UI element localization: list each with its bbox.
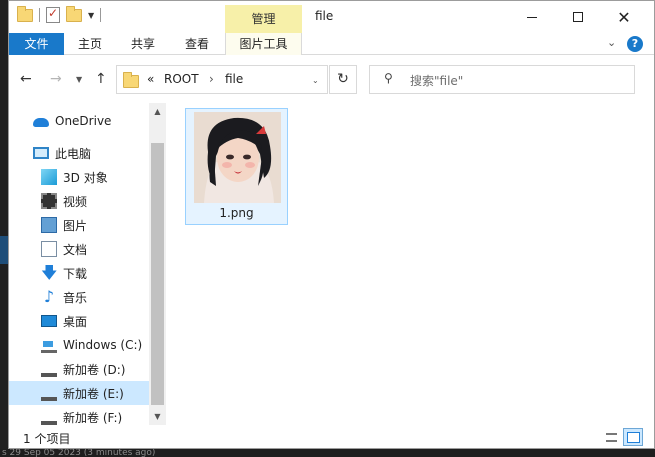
up-arrow-icon[interactable]: ↑ (95, 71, 107, 87)
navigation-pane-scrollbar[interactable]: ▲ ▼ (149, 103, 166, 425)
sidebar-item-music[interactable]: ♪ 音乐 (9, 285, 149, 309)
customize-toolbar-dropdown-icon[interactable]: ▼ (88, 11, 94, 20)
sidebar-item-documents[interactable]: 文档 (9, 237, 149, 261)
sidebar-item-videos[interactable]: 视频 (9, 189, 149, 213)
expand-ribbon-chevron-icon[interactable]: ⌄ (607, 36, 616, 49)
close-button[interactable]: ✕ (601, 1, 647, 33)
sidebar-item-3d-objects[interactable]: 3D 对象 (9, 165, 149, 189)
navigation-bar: ← → ▼ ↑ « ROOT › file ⌄ ↻ ⚲ 搜索"file" (9, 55, 654, 103)
sidebar-item-label: 视频 (63, 194, 88, 209)
tab-picture-tools[interactable]: 图片工具 (225, 33, 302, 55)
drive-icon (41, 415, 57, 425)
music-icon: ♪ (43, 287, 55, 306)
address-bar[interactable]: « ROOT › file ⌄ (116, 65, 328, 94)
file-list: 1.png (167, 103, 654, 425)
cloud-icon (33, 118, 49, 127)
sidebar-item-onedrive[interactable]: OneDrive (9, 109, 149, 133)
back-arrow-icon[interactable]: ← (20, 71, 32, 87)
toolbar-divider (39, 8, 40, 22)
large-icons-view-button[interactable] (623, 428, 643, 446)
help-icon[interactable]: ? (627, 36, 643, 52)
forward-arrow-icon[interactable]: → (50, 71, 62, 87)
sidebar-item-label: 新加卷 (D:) (63, 362, 126, 377)
status-bar: 1 个项目 (9, 425, 654, 448)
search-placeholder: 搜索"file" (410, 74, 464, 88)
scroll-down-icon[interactable]: ▼ (149, 408, 166, 425)
folder-icon[interactable] (17, 5, 33, 22)
scrollbar-thumb[interactable] (151, 143, 164, 405)
sidebar-item-label: Windows (C:) (63, 338, 143, 352)
sidebar-item-desktop[interactable]: 桌面 (9, 309, 149, 333)
sidebar-item-drive-f[interactable]: 新加卷 (F:) (9, 405, 149, 425)
close-icon: ✕ (617, 7, 631, 27)
video-icon (41, 193, 57, 209)
refresh-button[interactable]: ↻ (329, 65, 357, 94)
sidebar-item-label: 下载 (63, 266, 88, 281)
ribbon-tabs: 文件 主页 共享 查看 图片工具 ⌄ ? (9, 33, 654, 55)
properties-icon[interactable] (46, 6, 60, 23)
computer-icon (33, 147, 49, 159)
image-thumbnail (194, 112, 281, 203)
toolbar-divider (100, 8, 102, 22)
tab-file[interactable]: 文件 (9, 33, 64, 55)
breadcrumb-overflow[interactable]: « (147, 72, 154, 86)
breadcrumb-root[interactable]: ROOT (164, 72, 199, 86)
sidebar-item-drive-d[interactable]: 新加卷 (D:) (9, 357, 149, 381)
sidebar-item-label: 文档 (63, 242, 88, 257)
manage-contextual-tab[interactable]: 管理 (225, 5, 302, 33)
details-view-icon (606, 433, 617, 442)
sidebar-item-this-pc[interactable]: 此电脑 (9, 141, 149, 165)
quick-access-toolbar: ▼ (17, 5, 102, 23)
search-box[interactable]: ⚲ 搜索"file" (369, 65, 635, 94)
drive-icon (41, 367, 57, 377)
window-title: file (315, 9, 334, 23)
sidebar-item-downloads[interactable]: 🡇 下载 (9, 261, 149, 285)
refresh-icon: ↻ (337, 71, 349, 87)
breadcrumb-file[interactable]: file (225, 72, 243, 86)
tab-view[interactable]: 查看 (170, 33, 224, 55)
scroll-up-icon[interactable]: ▲ (149, 103, 166, 120)
sidebar-item-label: 桌面 (63, 314, 88, 329)
maximize-button[interactable] (555, 1, 601, 33)
sidebar-item-label: 3D 对象 (63, 170, 108, 185)
sidebar-item-label: 图片 (63, 218, 88, 233)
file-item[interactable]: 1.png (185, 108, 288, 225)
sidebar-item-label: 音乐 (63, 290, 88, 305)
drive-icon (41, 391, 57, 401)
file-name: 1.png (219, 206, 254, 220)
pictures-icon (41, 217, 57, 233)
desktop-icon (41, 315, 57, 327)
item-count: 1 个项目 (23, 432, 71, 446)
3d-objects-icon (41, 169, 57, 185)
sidebar-item-label: 此电脑 (55, 146, 92, 161)
minimize-icon (527, 16, 537, 18)
sidebar-item-pictures[interactable]: 图片 (9, 213, 149, 237)
large-icons-view-icon (627, 432, 640, 443)
search-icon: ⚲ (384, 71, 393, 85)
download-icon: 🡇 (41, 263, 58, 282)
sidebar-item-label: 新加卷 (E:) (63, 386, 124, 401)
tab-home[interactable]: 主页 (64, 33, 116, 55)
navigation-pane: OneDrive 此电脑 3D 对象 视频 图片 文档 🡇 下载 ♪ 音乐 桌面… (9, 103, 149, 425)
details-view-button[interactable] (601, 428, 621, 446)
file-explorer-window: ▼ 管理 file ✕ 文件 主页 共享 查看 图片工具 ⌄ ? ← → ▼ ↑… (8, 0, 655, 449)
title-bar: ▼ 管理 file ✕ (9, 1, 654, 33)
background-status-text: s 29 Sep 05 2023 (3 minutes ago) (0, 449, 655, 457)
sidebar-item-drive-e[interactable]: 新加卷 (E:) (9, 381, 149, 405)
sidebar-item-label: 新加卷 (F:) (63, 410, 123, 425)
breadcrumb-separator-icon[interactable]: › (209, 72, 214, 86)
minimize-button[interactable] (509, 1, 555, 33)
maximize-icon (573, 12, 583, 22)
sidebar-item-label: OneDrive (55, 114, 112, 128)
documents-icon (41, 241, 57, 257)
folder-icon (123, 72, 139, 88)
recent-locations-dropdown-icon[interactable]: ▼ (76, 75, 82, 84)
new-folder-icon[interactable] (66, 5, 82, 22)
tab-share[interactable]: 共享 (116, 33, 170, 55)
sidebar-item-drive-c[interactable]: Windows (C:) (9, 333, 149, 357)
address-dropdown-icon[interactable]: ⌄ (312, 76, 319, 85)
portrait-thumbnail-image (194, 112, 281, 203)
windows-drive-icon (41, 337, 57, 353)
